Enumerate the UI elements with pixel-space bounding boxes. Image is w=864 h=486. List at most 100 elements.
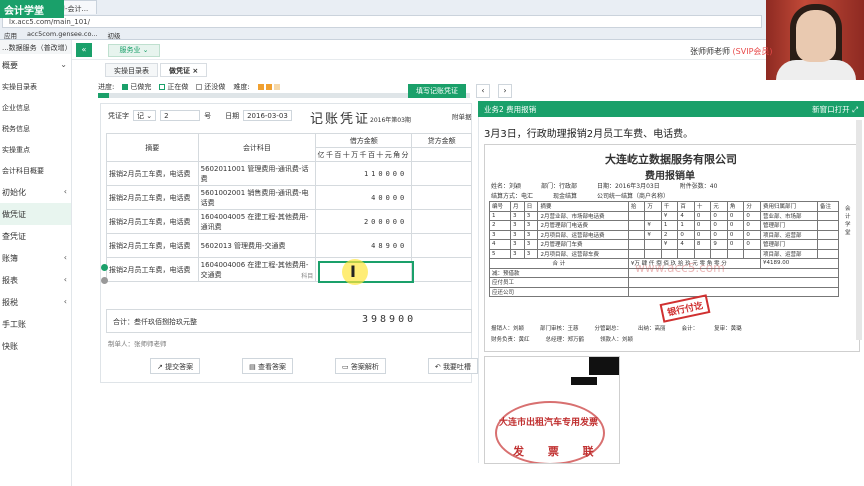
- undo-icon: ↶: [434, 363, 441, 371]
- chevron-left-icon: ‹: [63, 187, 67, 196]
- row-summary[interactable]: 报销2月员工车费，电话费: [106, 185, 199, 210]
- row-credit[interactable]: [411, 209, 472, 234]
- col-credit: 贷方金额: [411, 133, 472, 148]
- sidebar-item-tax-filing[interactable]: 报税 ‹: [0, 291, 71, 313]
- row-debit[interactable]: 40000: [315, 185, 413, 210]
- address-bar[interactable]: lx.acc5.com/main_101/: [2, 15, 762, 28]
- row-credit[interactable]: [411, 185, 472, 210]
- chevron-left-icon: ‹: [63, 297, 67, 306]
- col-account: 会计科目: [197, 133, 317, 162]
- voucher-header: 凭证字 记 ⌄ 2 号 日期 2016-03-03: [108, 110, 292, 121]
- voucher-type-select[interactable]: 记 ⌄: [133, 110, 157, 121]
- row-summary[interactable]: 报销2月员工车费，电话费: [106, 257, 199, 282]
- table-row[interactable]: 报销2月员工车费，电话费 5601002001 销售费用-通讯费-电话费 400…: [106, 185, 472, 210]
- chevron-left-icon: ‹: [63, 253, 67, 262]
- total-row: 合计：叁仟玖佰捌拾玖元整: [106, 309, 472, 333]
- taxi-receipt-image: 大连市出租汽车专用发票 发 票 联: [484, 356, 620, 464]
- sidebar-item-reports[interactable]: 报表 ‹: [0, 269, 71, 291]
- row-credit[interactable]: [411, 233, 472, 258]
- collapse-sidebar-button[interactable]: «: [76, 43, 92, 57]
- row-debit[interactable]: 48900: [315, 233, 413, 258]
- open-new-window-link[interactable]: 新窗口打开 ⤢: [812, 104, 858, 115]
- sidebar-item-init[interactable]: 初始化 ‹: [0, 181, 71, 203]
- text-cursor-icon: I: [350, 262, 356, 281]
- table-row[interactable]: 报销2月员工车费，电话费 5602013 管理费用-交通费 48900: [106, 233, 472, 258]
- expense-form-image: 大连屹立数据服务有限公司 费用报销单 姓名：刘颖 部门：行政部 日期：2016年3月…: [484, 144, 860, 352]
- row-credit[interactable]: [411, 161, 472, 186]
- tab-catalog[interactable]: 实操目录表: [105, 63, 158, 77]
- sidebar: ...数据服务（普改增） 概要 ⌄ 实操目录表 企业信息 税务信息 实操重点 会计…: [0, 40, 72, 486]
- expense-table: 编号月日摘要拾万千百十元角分费用归属部门 备注 1 3 3 2月营业部、市场部电话费 ¥4…: [489, 201, 840, 297]
- voucher-attachments: 附单据: [452, 113, 472, 121]
- total-amount: 398900: [362, 314, 417, 325]
- row-debit[interactable]: 200000: [315, 209, 413, 234]
- row-summary[interactable]: 报销2月员工车费，电话费: [106, 209, 199, 234]
- voucher-date-input[interactable]: 2016-03-03: [243, 110, 292, 121]
- fill-voucher-button[interactable]: 填写记账凭证: [408, 84, 466, 98]
- sidebar-item-company-info[interactable]: 企业信息: [0, 97, 71, 118]
- bookmark-gensee[interactable]: acc5com.gensee.co...: [27, 30, 98, 39]
- add-row-icon[interactable]: [101, 264, 108, 271]
- remove-row-icon[interactable]: [101, 277, 108, 284]
- row-credit[interactable]: [411, 257, 472, 282]
- page-tabs: 实操目录表 做凭证 ×: [105, 63, 208, 77]
- sidebar-item-accounts[interactable]: 会计科目概要: [0, 160, 71, 181]
- col-summary: 摘要: [106, 133, 199, 162]
- paid-stamp: 银行付讫: [659, 294, 711, 323]
- feedback-button[interactable]: ↶ 我要吐槽: [427, 358, 478, 374]
- voucher-period: 2016年第03期: [370, 117, 411, 124]
- sidebar-item-tax-info[interactable]: 税务信息: [0, 118, 71, 139]
- service-dropdown[interactable]: 服务业 ⌄: [108, 44, 160, 57]
- sidebar-item-ledger[interactable]: 账簿 ‹: [0, 247, 71, 269]
- list-icon: ▤: [249, 363, 256, 371]
- site-logo[interactable]: 会计学堂: [0, 0, 64, 18]
- folder-icon: ▭: [341, 363, 349, 371]
- sidebar-item-overview[interactable]: 概要 ⌄: [0, 54, 71, 76]
- browser-chrome: 会计学堂在线学习-会计... lx.acc5.com/main_101/ 应用 …: [0, 0, 864, 40]
- table-row[interactable]: 报销2月员工车费，电话费 1604004006 在建工程-其他费用-交通费 科目: [106, 257, 472, 282]
- sidebar-item-make-voucher[interactable]: 做凭证: [0, 203, 71, 225]
- row-account[interactable]: 5602013 管理费用-交通费: [197, 233, 317, 258]
- sidebar-item-key-points[interactable]: 实操重点: [0, 139, 71, 160]
- answer-analysis-button[interactable]: ▭ 答案解析: [334, 358, 386, 374]
- scrollbar[interactable]: [856, 120, 862, 340]
- row-account[interactable]: 5601002001 销售费用-通讯费-电话费: [197, 185, 317, 210]
- action-buttons: ↗ 提交答案 ▤ 查看答案 ▭ 答案解析 ↶ 我要吐槽: [150, 358, 478, 374]
- prev-task-button[interactable]: ‹: [476, 84, 490, 98]
- debit-digit-header: 亿千百十万千百十元角分: [315, 147, 413, 162]
- bookmark-primary[interactable]: 初级: [108, 30, 121, 40]
- progress-legend: 进度: 已做完 正在做 还没做 难度:: [98, 82, 282, 92]
- vip-badge: (SVIP会员): [732, 47, 773, 56]
- webcam-overlay: [766, 0, 864, 80]
- task-header: 业务2 费用报销 新窗口打开 ⤢: [478, 101, 864, 117]
- tab-make-voucher[interactable]: 做凭证 ×: [160, 63, 208, 77]
- row-summary[interactable]: 报销2月员工车费，电话费: [106, 233, 199, 258]
- submit-answer-button[interactable]: ↗ 提交答案: [150, 358, 201, 374]
- chevron-left-icon: ‹: [63, 275, 67, 284]
- table-row[interactable]: 报销2月员工车费，电话费 5602011001 管理费用-通讯费-话费 1100…: [106, 161, 472, 186]
- bookmark-apps[interactable]: 应用: [4, 30, 17, 40]
- row-summary[interactable]: 报销2月员工车费，电话费: [106, 161, 199, 186]
- difficulty-rating: [257, 83, 282, 91]
- chevron-down-icon: ⌄: [60, 60, 67, 69]
- row-account[interactable]: 1604004006 在建工程-其他费用-交通费 科目: [197, 257, 317, 282]
- sidebar-item-catalog[interactable]: 实操目录表: [0, 76, 71, 97]
- progress-bar-fill: [98, 93, 110, 98]
- user-info[interactable]: 张师师老师 (SVIP会员): [690, 46, 773, 57]
- sidebar-item-manual-books[interactable]: 手工账: [0, 313, 71, 335]
- col-debit: 借方金额: [315, 133, 413, 148]
- voucher-maker: 制单人：张师师老师: [108, 340, 167, 348]
- sidebar-item-quick-books[interactable]: 快账: [0, 335, 71, 357]
- row-account[interactable]: 1604004005 在建工程-其他费用-通讯费: [197, 209, 317, 234]
- credit-digit-header: [411, 147, 472, 162]
- next-task-button[interactable]: ›: [498, 84, 512, 98]
- sidebar-item-query-voucher[interactable]: 查凭证: [0, 225, 71, 247]
- view-answer-button[interactable]: ▤ 查看答案: [242, 358, 293, 374]
- table-row[interactable]: 报销2月员工车费，电话费 1604004005 在建工程-其他费用-通讯费 20…: [106, 209, 472, 234]
- watermark: www.acc5.com: [635, 261, 725, 275]
- submit-icon: ↗: [157, 363, 163, 371]
- row-debit[interactable]: 110000: [315, 161, 413, 186]
- voucher-number-input[interactable]: 2: [160, 110, 201, 121]
- task-description: 3月3日，行政助理报销2月员工车费、电话费。: [484, 129, 694, 140]
- row-account[interactable]: 5602011001 管理费用-通讯费-话费: [197, 161, 317, 186]
